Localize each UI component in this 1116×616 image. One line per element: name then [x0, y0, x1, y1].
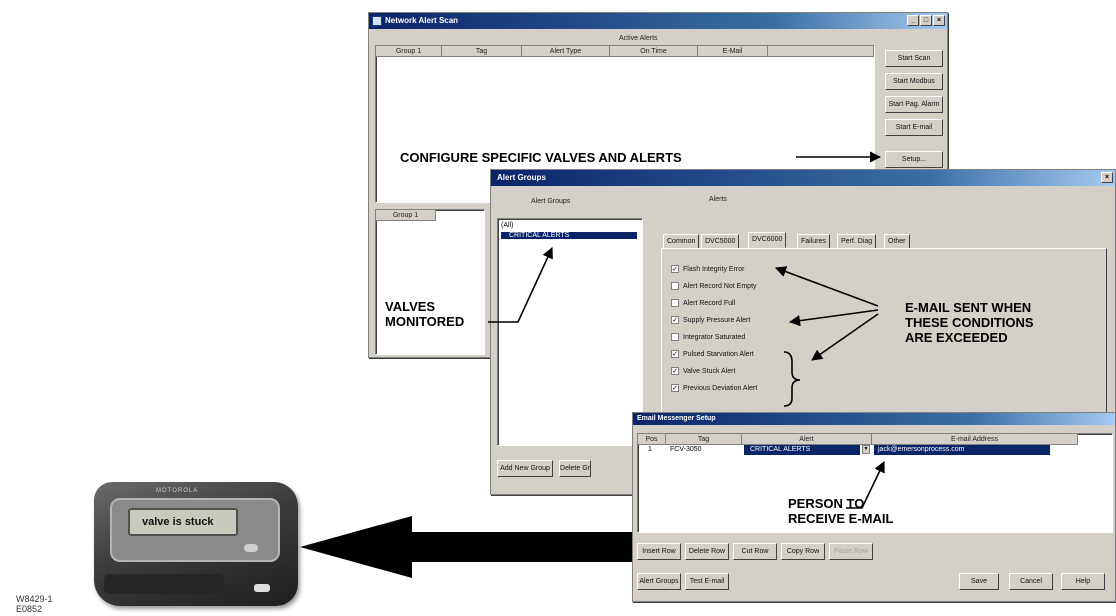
- pager-clip-button[interactable]: [254, 584, 270, 592]
- callout-person: PERSON TO RECEIVE E-MAIL: [788, 496, 893, 526]
- pager-device: MOTOROLA valve is stuck: [94, 482, 298, 606]
- checkbox-alert-record-not-empty[interactable]: Alert Record Not Empty: [671, 282, 757, 290]
- column-header-group[interactable]: Group 1: [376, 46, 442, 57]
- checkbox-box[interactable]: [671, 282, 679, 290]
- start-email-button[interactable]: Start E-mail: [885, 119, 943, 136]
- setup-button[interactable]: Setup...: [885, 151, 943, 168]
- tab-dvc6000[interactable]: DVC6000: [748, 232, 787, 248]
- big-left-arrow: [300, 516, 632, 578]
- checkbox-supply-pressure-alert[interactable]: ✓ Supply Pressure Alert: [671, 316, 750, 324]
- alert-groups-titlebar: Alert Groups ×: [491, 170, 1115, 186]
- minimize-icon[interactable]: _: [907, 15, 919, 26]
- checkbox-box[interactable]: [671, 299, 679, 307]
- checkbox-box[interactable]: ✓: [671, 265, 679, 273]
- alerts-label: Alerts: [709, 196, 727, 203]
- network-window-title: Network Alert Scan: [385, 16, 459, 25]
- pager-button[interactable]: [244, 544, 258, 552]
- checkbox-alert-record-full[interactable]: Alert Record Full: [671, 299, 735, 307]
- group-item-all[interactable]: (All): [501, 222, 513, 229]
- copy-row-button[interactable]: Copy Row: [781, 543, 825, 560]
- email-window-title: Email Messenger Setup: [637, 415, 716, 422]
- close-icon[interactable]: ×: [933, 15, 945, 26]
- checkbox-flash-integrity-error[interactable]: ✓ Flash Integrity Error: [671, 265, 744, 273]
- callout-configure: CONFIGURE SPECIFIC VALVES AND ALERTS: [400, 150, 686, 165]
- close-icon[interactable]: ×: [1101, 172, 1113, 183]
- email-window-titlebar: Email Messenger Setup: [633, 413, 1115, 425]
- row-pos[interactable]: 1: [648, 445, 652, 455]
- checkbox-box[interactable]: [671, 333, 679, 341]
- start-modbus-button[interactable]: Start Modbus: [885, 73, 943, 90]
- alert-groups-button[interactable]: Alert Groups: [637, 573, 681, 590]
- alert-groups-label: Alert Groups: [531, 198, 571, 205]
- callout-email-line3: ARE EXCEEDED: [905, 330, 1008, 345]
- checkbox-integrator-saturated[interactable]: Integrator Saturated: [671, 333, 745, 341]
- figure-id: W8429-1 E0852: [16, 594, 53, 614]
- tab-perf-diag[interactable]: Perf. Diag: [837, 234, 877, 248]
- column-header-tag[interactable]: Tag: [442, 46, 522, 57]
- row-alert[interactable]: CRITICAL ALERTS: [744, 445, 860, 455]
- pager-screen: valve is stuck: [128, 508, 238, 536]
- row-email[interactable]: jack@emersonprocess.com: [874, 445, 1050, 455]
- app-icon: [372, 16, 382, 26]
- checkbox-previous-deviation-alert[interactable]: ✓ Previous Deviation Alert: [671, 384, 757, 392]
- delete-row-button[interactable]: Delete Row: [685, 543, 729, 560]
- checkbox-pulsed-starvation-alert[interactable]: ✓ Pulsed Starvation Alert: [671, 350, 754, 358]
- test-email-button[interactable]: Test E-mail: [685, 573, 729, 590]
- alert-groups-list[interactable]: (All) CRITICAL ALERTS: [497, 218, 643, 446]
- paste-row-button[interactable]: Paste Row: [829, 543, 873, 560]
- figure-id-line1: W8429-1: [16, 594, 53, 604]
- column-header-email[interactable]: E-Mail: [698, 46, 768, 57]
- pager-message: valve is stuck: [142, 516, 214, 528]
- tab-dvc5000[interactable]: DVC5000: [701, 234, 740, 248]
- column-header-tag[interactable]: Tag: [666, 434, 742, 445]
- callout-person-line1: PERSON TO: [788, 496, 865, 511]
- lower-column-header-group[interactable]: Group 1: [376, 210, 436, 221]
- active-alerts-caption: Active Alerts: [619, 35, 658, 42]
- pager-brand: MOTOROLA: [156, 488, 199, 494]
- column-header-email-address[interactable]: E-mail Address: [872, 434, 1078, 445]
- start-pag-alarm-button[interactable]: Start Pag. Alarm: [885, 96, 943, 113]
- callout-email-line1: E-MAIL SENT WHEN: [905, 300, 1032, 315]
- checkbox-box[interactable]: ✓: [671, 350, 679, 358]
- cut-row-button[interactable]: Cut Row: [733, 543, 777, 560]
- callout-person-line2: RECEIVE E-MAIL: [788, 511, 894, 526]
- column-header-alert[interactable]: Alert: [742, 434, 872, 445]
- alert-dropdown-icon[interactable]: ▼: [862, 445, 870, 454]
- insert-row-button[interactable]: Insert Row: [637, 543, 681, 560]
- column-header-spacer: [768, 46, 874, 57]
- email-row[interactable]: 1 FCV-3050 CRITICAL ALERTS ▼ jack@emerso…: [638, 445, 1078, 455]
- callout-email-line2: THESE CONDITIONS: [905, 315, 1034, 330]
- maximize-icon[interactable]: □: [920, 15, 932, 26]
- callout-email-sent: E-MAIL SENT WHEN THESE CONDITIONS ARE EX…: [905, 300, 1034, 345]
- pager-grille: [104, 574, 224, 594]
- column-header-on-time[interactable]: On Time: [610, 46, 698, 57]
- figure-id-line2: E0852: [16, 604, 43, 614]
- checkbox-box[interactable]: ✓: [671, 367, 679, 375]
- checkbox-valve-stuck-alert[interactable]: ✓ Valve Stuck Alert: [671, 367, 735, 375]
- add-new-group-button[interactable]: Add New Group: [497, 460, 553, 477]
- help-button[interactable]: Help: [1061, 573, 1105, 590]
- cancel-button[interactable]: Cancel: [1009, 573, 1053, 590]
- column-header-alert-type[interactable]: Alert Type: [522, 46, 610, 57]
- save-button[interactable]: Save: [959, 573, 999, 590]
- callout-valves-monitored: VALVES MONITORED: [385, 299, 464, 329]
- tab-common[interactable]: Common: [663, 234, 700, 248]
- group-item-critical-alerts[interactable]: CRITICAL ALERTS: [501, 232, 637, 239]
- callout-valves-line2: MONITORED: [385, 314, 465, 329]
- column-header-pos[interactable]: Pos: [638, 434, 666, 445]
- row-tag[interactable]: FCV-3050: [670, 445, 702, 455]
- tab-failures[interactable]: Failures: [797, 234, 830, 248]
- callout-valves-line1: VALVES: [385, 299, 436, 314]
- delete-group-button[interactable]: Delete Gr: [559, 460, 591, 477]
- start-scan-button[interactable]: Start Scan: [885, 50, 943, 67]
- alert-groups-title: Alert Groups: [497, 173, 546, 182]
- lower-list[interactable]: Group 1: [375, 209, 485, 355]
- checkbox-box[interactable]: ✓: [671, 316, 679, 324]
- checkbox-box[interactable]: ✓: [671, 384, 679, 392]
- tab-other[interactable]: Other: [884, 234, 910, 248]
- network-window-titlebar: Network Alert Scan _ □ ×: [369, 13, 947, 29]
